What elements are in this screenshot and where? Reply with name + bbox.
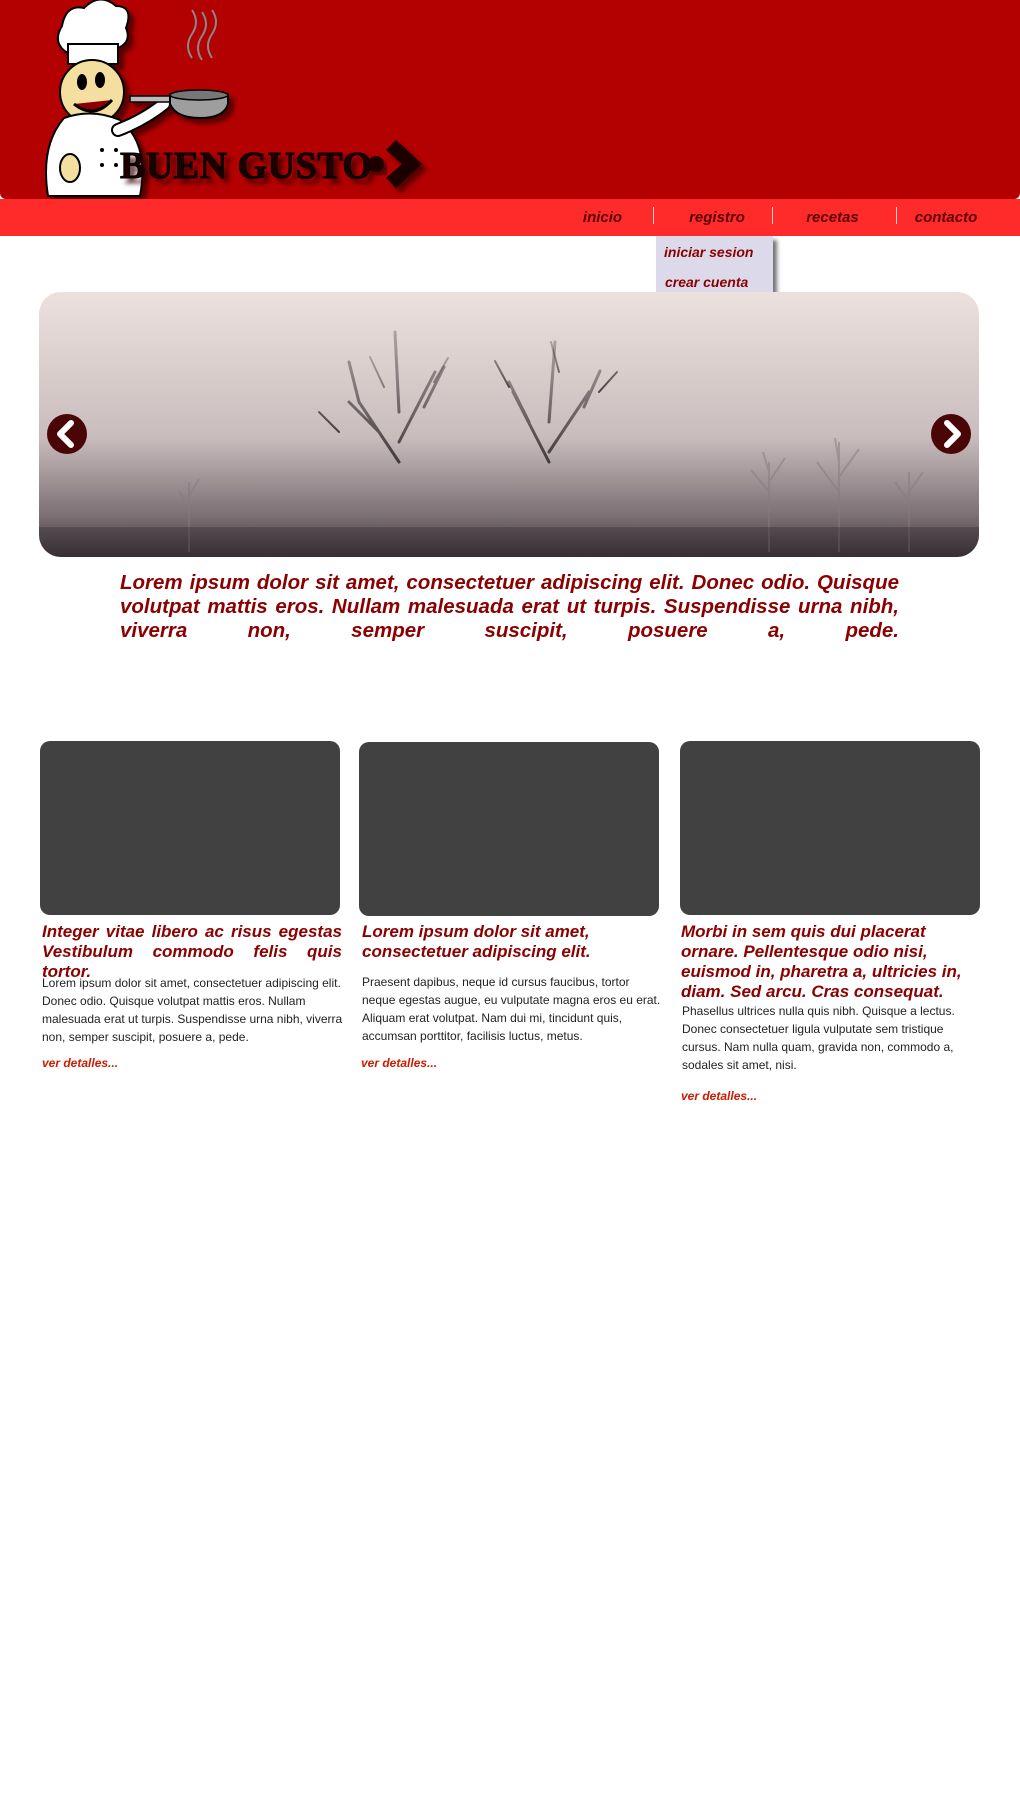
card-details-link[interactable]: ver detalles... <box>361 1056 437 1070</box>
card-details-link[interactable]: ver detalles... <box>42 1056 118 1070</box>
nav-item-registro[interactable]: registro <box>670 199 764 236</box>
card-description: Praesent dapibus, neque id cursus faucib… <box>362 975 661 1043</box>
card-image-placeholder <box>680 741 980 915</box>
card-image-placeholder <box>40 741 340 915</box>
intro-text: Lorem ipsum dolor sit amet, consectetuer… <box>120 571 899 642</box>
hero-slider <box>39 292 979 557</box>
main-nav: inicio registro recetas contacto <box>0 199 1020 236</box>
card-title: Integer vitae libero ac risus egestas Ve… <box>42 922 342 981</box>
chevron-right-icon <box>944 420 961 448</box>
chevron-left-icon <box>57 420 74 448</box>
chef-logo[interactable]: BUEN GUSTO <box>30 0 450 199</box>
nav-separator <box>896 207 897 224</box>
nav-item-inicio[interactable]: inicio <box>565 199 640 236</box>
site-header: BUEN GUSTO <box>0 0 1020 199</box>
nav-item-contacto[interactable]: contacto <box>906 199 986 236</box>
slider-next-button[interactable] <box>931 414 971 454</box>
card-image-placeholder <box>359 742 659 916</box>
nav-separator <box>653 207 654 224</box>
card-details-link[interactable]: ver detalles... <box>681 1089 757 1103</box>
nav-item-recetas[interactable]: recetas <box>790 199 875 236</box>
card-description: Lorem ipsum dolor sit amet, consectetuer… <box>42 976 343 1044</box>
card-title: Morbi in sem quis dui placerat ornare. P… <box>681 922 962 1001</box>
slider-prev-button[interactable] <box>47 414 87 454</box>
nav-separator <box>772 207 773 224</box>
card-title: Lorem ipsum dolor sit amet, consectetuer… <box>362 922 591 961</box>
slider-image <box>39 292 979 557</box>
card-description: Phasellus ultrices nulla quis nibh. Quis… <box>682 1004 955 1072</box>
menu-item-iniciar-sesion[interactable]: iniciar sesion <box>664 244 753 260</box>
brand-name: BUEN GUSTO <box>120 145 372 187</box>
menu-item-crear-cuenta[interactable]: crear cuenta <box>665 274 748 290</box>
